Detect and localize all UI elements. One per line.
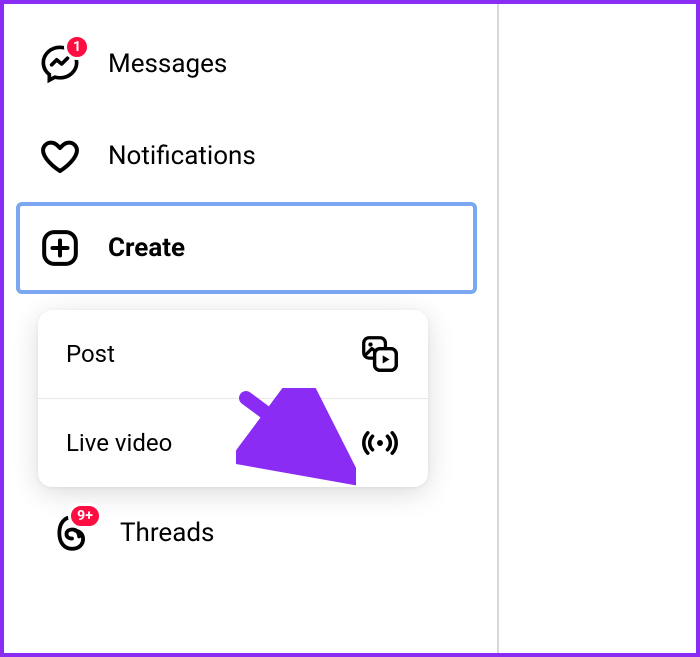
sidebar-item-label: Messages [108, 49, 227, 79]
plus-square-icon [38, 226, 82, 270]
vertical-divider [497, 4, 499, 653]
create-option-post[interactable]: Post [38, 310, 428, 398]
sidebar-item-label: Threads [120, 518, 214, 548]
sidebar-item-notifications[interactable]: Notifications [16, 110, 477, 202]
create-option-live-video[interactable]: Live video [38, 398, 428, 487]
sidebar-item-create[interactable]: Create [16, 202, 477, 294]
sidebar-item-label: Create [108, 233, 185, 263]
create-dropdown: Post Live video [38, 310, 428, 487]
post-media-icon [360, 334, 400, 374]
sidebar-item-messages[interactable]: 1 Messages [16, 18, 477, 110]
heart-icon [38, 134, 82, 178]
messages-badge: 1 [64, 34, 90, 60]
sidebar-item-threads[interactable]: 9+ Threads [16, 487, 477, 579]
dropdown-item-label: Post [66, 340, 115, 368]
sidebar: 1 Messages Notifications Create Post [4, 4, 489, 653]
threads-icon: 9+ [50, 511, 94, 555]
messenger-icon: 1 [38, 42, 82, 86]
dropdown-item-label: Live video [66, 429, 172, 457]
live-broadcast-icon [360, 423, 400, 463]
threads-badge: 9+ [68, 503, 102, 529]
sidebar-item-label: Notifications [108, 141, 256, 171]
